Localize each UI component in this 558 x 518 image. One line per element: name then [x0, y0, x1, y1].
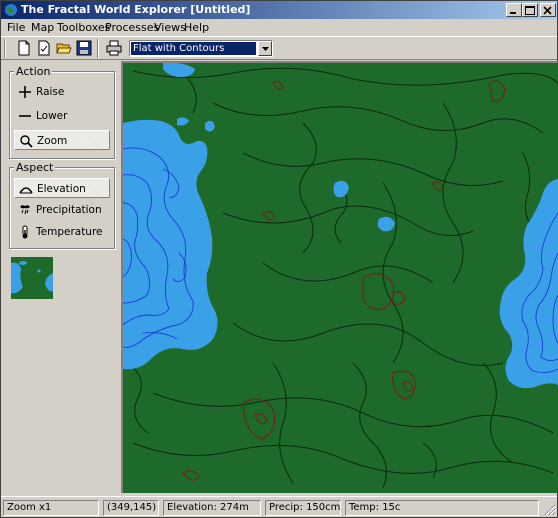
- minus-icon: [19, 115, 31, 117]
- globe-icon: [3, 2, 19, 18]
- resize-grip-icon[interactable]: [544, 504, 556, 516]
- aspect-elevation-label: Elevation: [37, 183, 86, 195]
- new-from-template-icon: [38, 40, 50, 56]
- action-raise[interactable]: Raise: [14, 82, 110, 102]
- close-button[interactable]: [540, 3, 556, 17]
- aspect-precipitation[interactable]: Precipitation: [14, 200, 110, 220]
- new-from-template-button[interactable]: [35, 39, 53, 57]
- action-zoom-label: Zoom: [37, 135, 68, 147]
- thermometer-icon: [22, 225, 28, 239]
- menu-bar: File Map Toolboxes Processes Views Help: [1, 19, 557, 36]
- minimize-icon: [510, 12, 516, 14]
- new-button[interactable]: [15, 39, 33, 57]
- app-window: The Fractal World Explorer [Untitled] Fi…: [0, 0, 558, 518]
- chevron-down-icon: [262, 47, 269, 51]
- menu-toolboxes[interactable]: Toolboxes: [57, 21, 110, 34]
- maximize-button[interactable]: [522, 3, 538, 17]
- toolbar-separator: [97, 39, 99, 58]
- view-mode-select[interactable]: Flat with Contours: [129, 40, 273, 57]
- dropdown-button[interactable]: [258, 41, 272, 56]
- action-zoom[interactable]: Zoom: [14, 130, 110, 150]
- elevation-icon: [19, 187, 33, 194]
- aspect-group-title: Aspect: [14, 161, 56, 174]
- aspect-elevation[interactable]: Elevation: [14, 178, 110, 198]
- aspect-precipitation-label: Precipitation: [36, 204, 102, 216]
- status-elevation: Elevation: 274m: [163, 500, 261, 516]
- menu-views[interactable]: Views: [154, 21, 186, 34]
- open-button[interactable]: [55, 39, 73, 57]
- map-thumbnail[interactable]: [11, 257, 53, 299]
- new-document-icon: [18, 40, 30, 56]
- print-button[interactable]: [105, 39, 123, 57]
- menu-file[interactable]: File: [7, 21, 25, 34]
- action-group-title: Action: [14, 65, 53, 78]
- status-temperature: Temp: 15c: [345, 500, 539, 516]
- action-lower[interactable]: Lower: [14, 106, 110, 126]
- action-group: Action Raise Lower Zoom: [9, 65, 115, 159]
- aspect-temperature-label: Temperature: [36, 226, 103, 238]
- save-disk-icon: [76, 40, 92, 56]
- status-precipitation: Precip: 150cm: [265, 500, 341, 516]
- left-panel: Action Raise Lower Zoom Aspect Elevation: [3, 61, 119, 493]
- menu-processes[interactable]: Processes: [105, 21, 159, 34]
- menu-map[interactable]: Map: [31, 21, 54, 34]
- terrain-map[interactable]: [123, 63, 558, 493]
- close-icon: [543, 6, 552, 15]
- menu-help[interactable]: Help: [184, 21, 209, 34]
- precipitation-icon: [20, 205, 30, 215]
- status-zoom: Zoom x1: [3, 500, 99, 516]
- title-bar[interactable]: The Fractal World Explorer [Untitled]: [1, 1, 557, 19]
- minimize-button[interactable]: [506, 3, 522, 17]
- status-coordinates: (349,145): [103, 500, 159, 516]
- toolbar-grip: [4, 39, 6, 58]
- save-button[interactable]: [75, 39, 93, 57]
- print-icon: [106, 40, 122, 56]
- plus-icon: [19, 86, 31, 98]
- window-title: The Fractal World Explorer [Untitled]: [21, 3, 251, 16]
- aspect-group: Aspect Elevation Precipitation Temperatu…: [9, 161, 115, 249]
- map-viewport[interactable]: [121, 61, 558, 493]
- open-folder-icon: [56, 43, 72, 54]
- aspect-temperature[interactable]: Temperature: [14, 222, 110, 242]
- status-bar: Zoom x1 (349,145) Elevation: 274m Precip…: [1, 496, 557, 517]
- magnifier-icon: [20, 135, 33, 148]
- action-lower-label: Lower: [36, 110, 68, 122]
- maximize-icon: [525, 6, 535, 15]
- action-raise-label: Raise: [36, 86, 65, 98]
- toolbar: Flat with Contours: [1, 36, 557, 60]
- view-mode-value: Flat with Contours: [131, 42, 256, 55]
